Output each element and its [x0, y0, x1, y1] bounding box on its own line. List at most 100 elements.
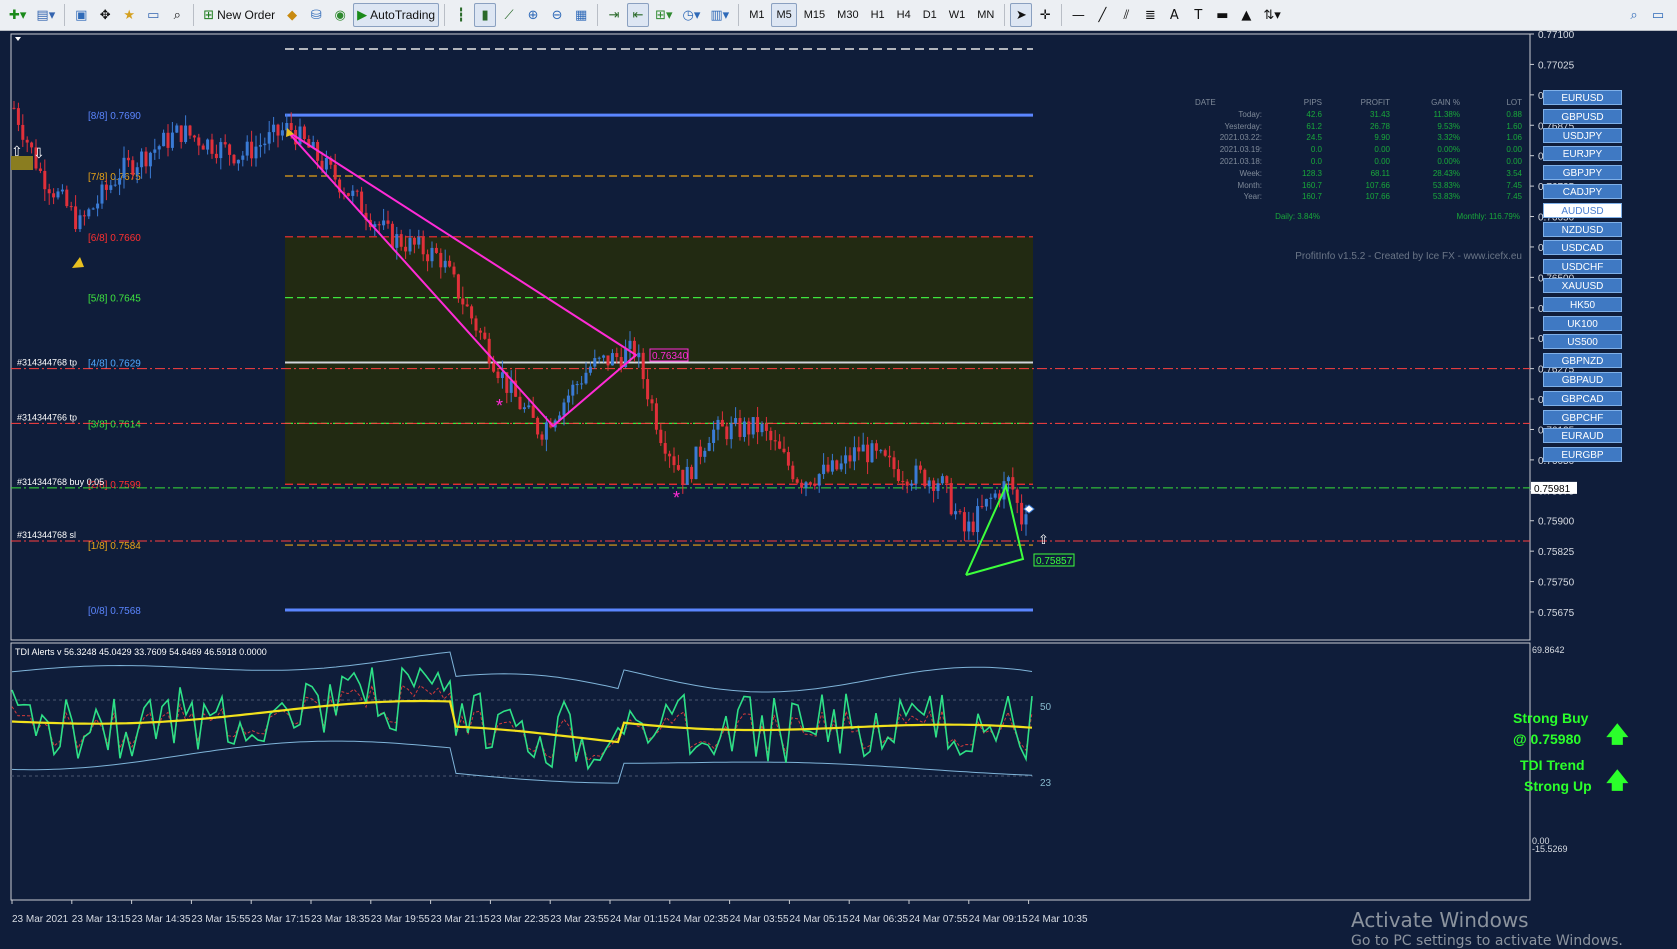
timeframe-mn[interactable]: MN [972, 3, 999, 27]
zoom-in-icon[interactable]: ⊕ [522, 3, 544, 27]
line-chart-icon[interactable]: ⟋ [498, 3, 520, 27]
candle-body [817, 474, 821, 486]
arrow-up-tool-icon[interactable]: ▲ [1235, 3, 1257, 27]
symbol-button-uk100[interactable]: UK100 [1543, 315, 1622, 331]
price-axis-label: 0.75675 [1538, 608, 1575, 619]
arrows-menu-icon[interactable]: ⇅▾ [1259, 3, 1284, 27]
chat-icon[interactable]: ▭ [1647, 3, 1669, 27]
tdi-scale-top: 69.8642 [1532, 645, 1565, 655]
profit-row-value: 128.3 [1301, 168, 1322, 178]
candle-body [100, 184, 104, 204]
symbol-button-cadjpy[interactable]: CADJPY [1543, 184, 1622, 199]
timeframe-m5[interactable]: M5 [771, 3, 797, 27]
search-icon[interactable]: ⌕ [1623, 3, 1645, 27]
market-icon[interactable]: ◉ [329, 3, 351, 27]
candle-body [562, 402, 566, 416]
profit-row-value: 107.66 [1365, 192, 1390, 202]
equidistant-channel-icon[interactable]: ⫽ [1115, 3, 1137, 27]
candle-body [465, 304, 469, 307]
timeframe-m30[interactable]: M30 [832, 3, 863, 27]
profit-row-value: 160.7 [1301, 192, 1322, 202]
candle-body [610, 353, 614, 366]
toolbar-separator [444, 4, 446, 26]
templates-icon[interactable]: ▥▾ [706, 3, 733, 27]
tile-windows-icon[interactable]: ▦ [570, 3, 592, 27]
tdi-level-50: 50 [1040, 702, 1052, 713]
timeframe-m15[interactable]: M15 [799, 3, 830, 27]
profit-rows: Today: 42.6 31.43 11.38% 0.88 Yesterday: 61.2 2… [1195, 109, 1535, 203]
market-watch-icon[interactable]: ▣ [70, 3, 92, 27]
signals-icon[interactable]: ⛁ [305, 3, 327, 27]
trendline-icon[interactable]: ╱ [1091, 3, 1113, 27]
symbol-button-gbpjpy[interactable]: GBPJPY [1543, 165, 1622, 181]
strategy-tester-icon[interactable]: ⌕ [166, 3, 188, 27]
terminal-icon[interactable]: ▭ [142, 3, 164, 27]
activate-windows-watermark: Activate Windows [1351, 908, 1529, 932]
arrow-up-marker-icon: ⇧ [11, 143, 23, 159]
timeframe-m1[interactable]: M1 [744, 3, 769, 27]
crosshair-icon[interactable]: ✛ [1034, 3, 1056, 27]
symbol-button-usdcad[interactable]: USDCAD [1543, 240, 1622, 256]
autoscroll-icon[interactable]: ⇤ [627, 3, 650, 27]
symbol-button-usdchf[interactable]: USDCHF [1543, 259, 1622, 275]
zoom-out-icon[interactable]: ⊖ [546, 3, 568, 27]
candle-body [945, 476, 949, 484]
metaeditor-icon[interactable]: ◆ [281, 3, 303, 27]
symbol-button-eurusd[interactable]: EURUSD [1543, 90, 1622, 105]
profit-row-label: Week: [1239, 168, 1262, 178]
rectangle-icon[interactable]: ▬ [1211, 3, 1233, 27]
timeframe-h4[interactable]: H4 [892, 3, 916, 27]
chart-window[interactable]: 0.771000.770250.769500.768750.768000.767… [0, 30, 1677, 949]
candle-body [962, 512, 966, 532]
candle-body [118, 178, 122, 185]
text-icon[interactable]: A [1163, 3, 1185, 27]
indicators-icon[interactable]: ⊞▾ [651, 3, 676, 27]
symbol-button-gbpnzd[interactable]: GBPNZD [1543, 353, 1622, 369]
candle-body [201, 145, 205, 150]
candle-body [984, 498, 988, 507]
profit-row-value: 61.2 [1306, 121, 1322, 131]
time-axis-label: 23 Mar 13:15 [72, 914, 131, 925]
symbol-button-gbpchf[interactable]: GBPCHF [1543, 409, 1622, 425]
timeframe-w1[interactable]: W1 [944, 3, 971, 27]
candle-body [659, 429, 663, 444]
symbol-button-hk50[interactable]: HK50 [1543, 296, 1622, 312]
candlestick-icon[interactable]: ▮ [474, 3, 497, 27]
cursor-icon[interactable]: ➤ [1010, 3, 1033, 27]
candle-body [496, 371, 500, 379]
symbol-button-eurgbp[interactable]: EURGBP [1543, 447, 1622, 463]
timeframe-h1[interactable]: H1 [866, 3, 890, 27]
timeframe-d1[interactable]: D1 [918, 3, 942, 27]
symbol-button-nzdusd[interactable]: NZDUSD [1543, 221, 1622, 237]
symbol-button-gbpcad[interactable]: GBPCAD [1543, 390, 1622, 406]
candle-body [540, 434, 544, 440]
chart-shift-icon[interactable]: ⇥ [603, 3, 625, 27]
favorites-icon[interactable]: ★ [118, 3, 140, 27]
candle-body [949, 483, 953, 515]
periods-icon[interactable]: ◷▾ [679, 3, 705, 27]
profit-row-value: 7.45 [1506, 180, 1522, 190]
candle-body [522, 407, 526, 410]
new-order-button[interactable]: ⊞ New Order [199, 3, 279, 27]
bar-chart-icon[interactable]: ┇ [450, 3, 472, 27]
profit-row-value: 7.45 [1506, 192, 1522, 202]
navigator-icon[interactable]: ✥ [94, 3, 116, 27]
symbol-button-gbpaud[interactable]: GBPAUD [1543, 372, 1622, 387]
symbol-button-usdjpy[interactable]: USDJPY [1543, 127, 1622, 143]
profit-row-value: 0.88 [1506, 109, 1522, 119]
symbol-button-xauusd[interactable]: XAUUSD [1543, 278, 1622, 293]
profiles-icon[interactable]: ▤▾ [32, 3, 59, 27]
symbol-button-euraud[interactable]: EURAUD [1543, 428, 1622, 444]
symbol-button-us500[interactable]: US500 [1543, 334, 1622, 350]
arrow-up-icon: 🡅 [1606, 768, 1629, 793]
horizontal-line-icon[interactable]: — [1067, 3, 1089, 27]
autotrading-button[interactable]: ▶ AutoTrading [353, 3, 440, 27]
symbol-button-audusd[interactable]: AUDUSD [1543, 202, 1622, 218]
candle-body [584, 372, 588, 384]
symbol-button-eurjpy[interactable]: EURJPY [1543, 146, 1622, 162]
fibonacci-icon[interactable]: ≣ [1139, 3, 1161, 27]
symbol-button-gbpusd[interactable]: GBPUSD [1543, 108, 1622, 124]
candle-body [861, 444, 865, 452]
new-chart-icon[interactable]: ✚▾ [5, 3, 30, 27]
text-label-icon[interactable]: T [1187, 3, 1209, 27]
